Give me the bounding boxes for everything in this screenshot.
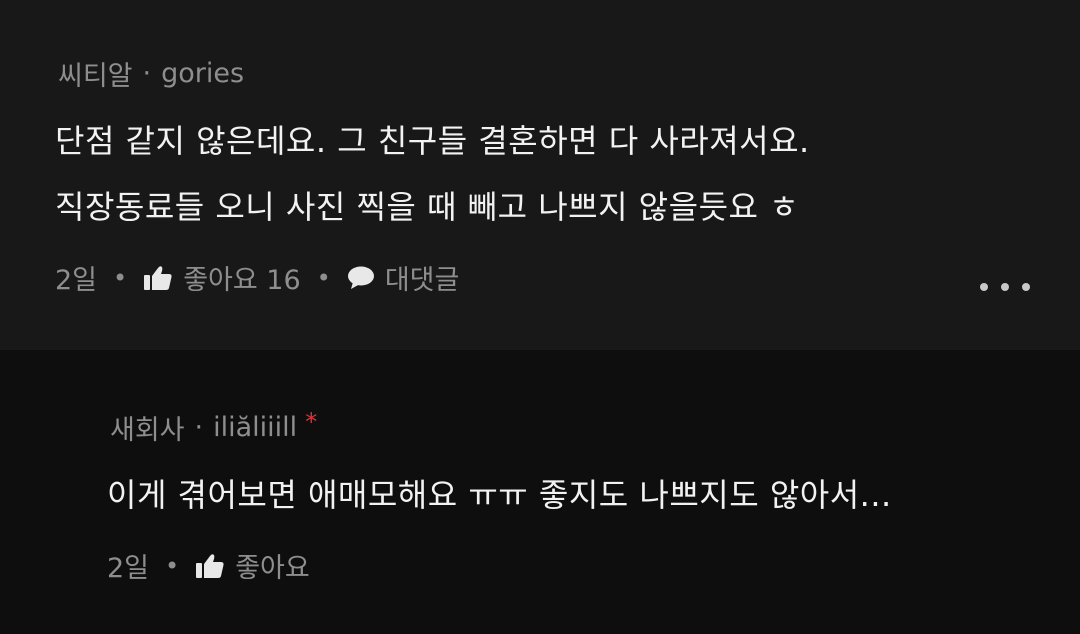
dot: [1022, 283, 1030, 291]
reply-comment: 새회사 · iliăliiill * 이게 겪어보면 애매모해요 ㅠㅠ 좋지도 …: [0, 350, 1080, 634]
comment-author[interactable]: 새회사 · iliăliiill *: [110, 408, 317, 447]
comment-text-line: 이게 겪어보면 애매모해요 ㅠㅠ 좋지도 나쁘지도 않아서...: [107, 476, 892, 514]
speech-bubble-icon: [347, 266, 375, 290]
like-label: 좋아요: [235, 553, 310, 584]
author-nickname: iliăliiill: [213, 412, 298, 443]
comment-author[interactable]: 씨티알 · gories: [58, 54, 244, 93]
comment-actions: 2일 • 좋아요: [107, 546, 310, 585]
like-button[interactable]: 좋아요 16: [143, 258, 301, 297]
comment-thread: 씨티알 · gories 단점 같지 않은데요. 그 친구들 결혼하면 다 사라…: [0, 0, 1080, 634]
reply-button[interactable]: 대댓글: [347, 258, 460, 297]
actions-separator: •: [113, 263, 128, 292]
comment-text-line: 단점 같지 않은데요. 그 친구들 결혼하면 다 사라져서요.: [55, 122, 810, 160]
thumbs-up-icon: [143, 265, 173, 291]
meta-separator: ·: [142, 58, 152, 89]
like-button[interactable]: 좋아요: [195, 546, 310, 585]
dot: [1001, 283, 1009, 291]
author-company: 씨티알: [58, 61, 133, 92]
reply-label: 대댓글: [384, 265, 460, 296]
more-dots-icon[interactable]: [980, 272, 1030, 302]
thumbs-up-icon: [195, 553, 225, 579]
actions-separator: •: [165, 551, 180, 580]
actions-separator: •: [316, 263, 331, 292]
comment-time: 2일: [107, 553, 150, 584]
comment-time: 2일: [55, 265, 98, 296]
comment-text-line: 직장동료들 오니 사진 찍을 때 빼고 나쁘지 않을듯요 ㅎ: [55, 188, 800, 226]
author-nickname: gories: [161, 58, 245, 89]
comment-actions: 2일 • 좋아요 16 • 대댓글: [55, 258, 459, 297]
meta-separator: ·: [194, 412, 204, 443]
author-company: 새회사: [110, 415, 185, 446]
author-marker: *: [305, 407, 318, 436]
comment: 씨티알 · gories 단점 같지 않은데요. 그 친구들 결혼하면 다 사라…: [0, 0, 1080, 350]
like-label: 좋아요 16: [183, 265, 301, 296]
dot: [980, 283, 988, 291]
